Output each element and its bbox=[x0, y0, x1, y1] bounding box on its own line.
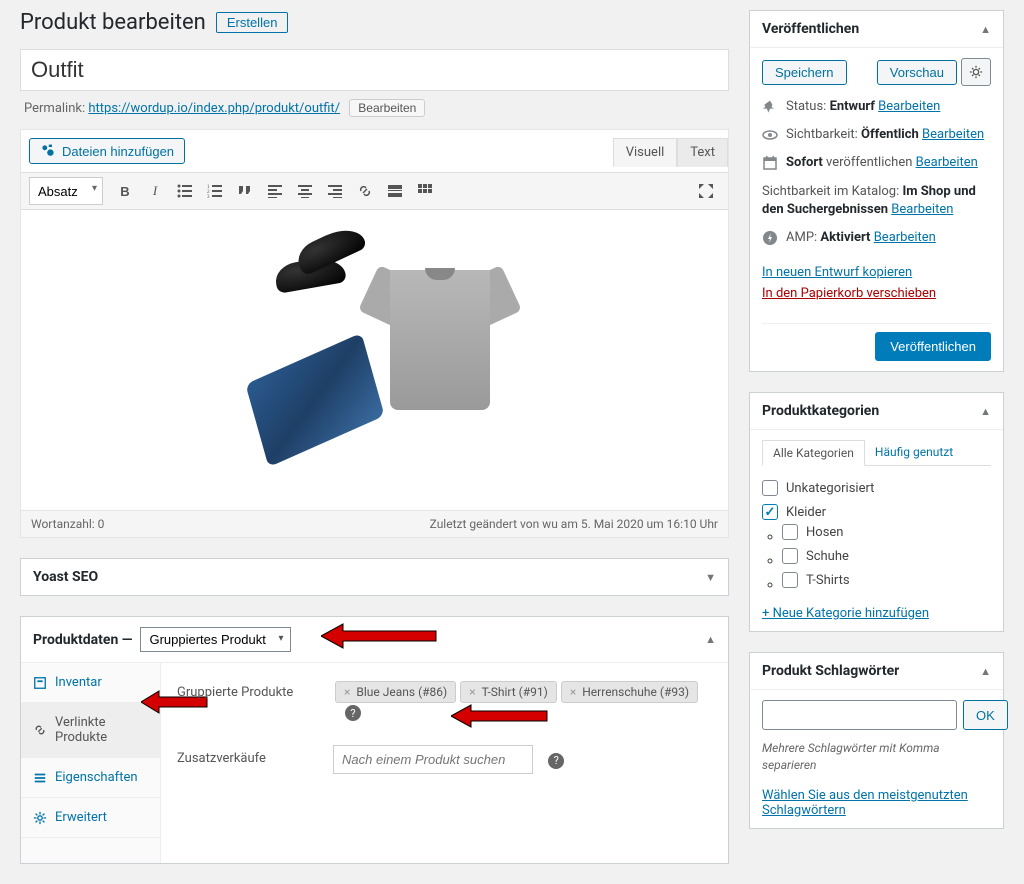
category-checkbox[interactable]: Unkategorisiert bbox=[762, 480, 991, 496]
edit-catalog-link[interactable]: Bearbeiten bbox=[891, 202, 953, 217]
gear-icon bbox=[33, 811, 47, 825]
trash-link[interactable]: In den Papierkorb verschieben bbox=[762, 286, 991, 301]
editor-toolbar: Absatz B I 123 bbox=[21, 172, 728, 210]
toolbar-toggle-button[interactable] bbox=[411, 177, 439, 205]
readmore-button[interactable] bbox=[381, 177, 409, 205]
tab-inventory[interactable]: Inventar bbox=[21, 663, 160, 703]
category-checkbox[interactable]: Schuhe bbox=[782, 548, 991, 564]
grouped-products-field[interactable]: ×Blue Jeans (#86)×T-Shirt (#91)×Herrensc… bbox=[333, 679, 700, 705]
align-center-button[interactable] bbox=[291, 177, 319, 205]
permalink-edit-button[interactable]: Bearbeiten bbox=[349, 99, 425, 117]
permalink-label: Permalink: bbox=[24, 101, 85, 116]
add-category-link[interactable]: + Neue Kategorie hinzufügen bbox=[762, 606, 991, 621]
category-checkbox[interactable]: T-Shirts bbox=[782, 572, 991, 588]
upsell-search-input[interactable] bbox=[333, 745, 533, 774]
copy-draft-link[interactable]: In neuen Entwurf kopieren bbox=[762, 265, 991, 280]
product-title-input[interactable] bbox=[20, 49, 729, 91]
inventory-icon bbox=[33, 676, 47, 690]
italic-button[interactable]: I bbox=[141, 177, 169, 205]
publish-button[interactable]: Veröffentlichen bbox=[875, 332, 991, 361]
product-token[interactable]: ×T-Shirt (#91) bbox=[460, 681, 557, 703]
tab-advanced[interactable]: Erweitert bbox=[21, 798, 160, 838]
align-right-button[interactable] bbox=[321, 177, 349, 205]
permalink-url[interactable]: https://wordup.io/index.php/produkt/outf… bbox=[88, 101, 340, 116]
publish-toggle[interactable]: ▲ bbox=[980, 23, 991, 36]
product-data-toggle[interactable]: ▲ bbox=[705, 633, 716, 646]
categories-toggle[interactable]: ▲ bbox=[980, 405, 991, 418]
editor-tab-visual[interactable]: Visuell bbox=[613, 138, 678, 167]
remove-token-icon[interactable]: × bbox=[344, 685, 350, 699]
cat-tab-all[interactable]: Alle Kategorien bbox=[762, 440, 865, 466]
tag-input[interactable] bbox=[762, 700, 957, 730]
save-draft-button[interactable]: Speichern bbox=[762, 60, 847, 85]
align-left-button[interactable] bbox=[261, 177, 289, 205]
gear-icon bbox=[969, 65, 983, 79]
bullet-list-button[interactable] bbox=[171, 177, 199, 205]
tag-ok-button[interactable]: OK bbox=[963, 700, 1008, 730]
edit-amp-link[interactable]: Bearbeiten bbox=[874, 230, 936, 245]
page-title: Produkt bearbeiten bbox=[20, 10, 206, 35]
yoast-toggle[interactable]: ▼ bbox=[705, 571, 716, 584]
create-button[interactable]: Erstellen bbox=[216, 12, 289, 33]
category-checkbox[interactable]: Kleider bbox=[762, 504, 991, 520]
product-token[interactable]: ×Blue Jeans (#86) bbox=[335, 681, 456, 703]
link-icon bbox=[33, 723, 47, 737]
categories-title: Produktkategorien bbox=[762, 403, 879, 419]
edit-schedule-link[interactable]: Bearbeiten bbox=[916, 155, 978, 170]
amp-icon bbox=[762, 230, 778, 246]
format-select[interactable]: Absatz bbox=[29, 177, 103, 205]
cat-tab-frequent[interactable]: Häufig genutzt bbox=[865, 440, 963, 465]
help-icon[interactable]: ? bbox=[345, 705, 361, 721]
product-data-title: Produktdaten bbox=[33, 632, 118, 648]
choose-tags-link[interactable]: Wählen Sie aus den meistgenutzten Schlag… bbox=[762, 788, 968, 818]
grouped-products-label: Gruppierte Produkte bbox=[177, 679, 317, 700]
link-button[interactable] bbox=[351, 177, 379, 205]
calendar-icon bbox=[762, 155, 778, 171]
product-image bbox=[235, 230, 515, 470]
tags-title: Produkt Schlagwörter bbox=[762, 663, 899, 679]
help-icon[interactable]: ? bbox=[548, 753, 564, 769]
product-type-select[interactable]: Gruppiertes Produkt bbox=[140, 627, 291, 652]
tags-toggle[interactable]: ▲ bbox=[980, 665, 991, 678]
preview-button[interactable]: Vorschau bbox=[877, 60, 957, 85]
attributes-icon bbox=[33, 771, 47, 785]
tab-linked-products[interactable]: Verlinkte Produkte bbox=[21, 703, 160, 758]
remove-token-icon[interactable]: × bbox=[469, 685, 475, 699]
category-checkbox[interactable]: Hosen bbox=[782, 524, 991, 540]
editor-tab-text[interactable]: Text bbox=[677, 138, 728, 167]
upsell-label: Zusatzverkäufe bbox=[177, 745, 317, 766]
remove-token-icon[interactable]: × bbox=[570, 685, 576, 699]
product-token[interactable]: ×Herrenschuhe (#93) bbox=[561, 681, 698, 703]
media-icon bbox=[40, 143, 56, 159]
tags-hint: Mehrere Schlagwörter mit Komma separiere… bbox=[762, 740, 991, 774]
last-edited: Zuletzt geändert von wu am 5. Mai 2020 u… bbox=[430, 517, 718, 531]
publish-title: Veröffentlichen bbox=[762, 21, 859, 37]
bold-button[interactable]: B bbox=[111, 177, 139, 205]
pin-icon bbox=[762, 99, 778, 115]
numbered-list-button[interactable]: 123 bbox=[201, 177, 229, 205]
tab-attributes[interactable]: Eigenschaften bbox=[21, 758, 160, 798]
edit-status-link[interactable]: Bearbeiten bbox=[878, 99, 940, 114]
eye-icon bbox=[762, 127, 778, 143]
permalink-row: Permalink: https://wordup.io/index.php/p… bbox=[20, 91, 729, 129]
blockquote-button[interactable] bbox=[231, 177, 259, 205]
yoast-title: Yoast SEO bbox=[33, 569, 98, 585]
edit-visibility-link[interactable]: Bearbeiten bbox=[922, 127, 984, 142]
editor-content[interactable] bbox=[21, 210, 728, 510]
preview-options-button[interactable] bbox=[961, 58, 991, 86]
fullscreen-button[interactable] bbox=[692, 177, 720, 205]
word-count: Wortanzahl: 0 bbox=[31, 517, 104, 531]
add-media-button[interactable]: Dateien hinzufügen bbox=[29, 138, 185, 164]
svg-text:3: 3 bbox=[207, 195, 210, 199]
